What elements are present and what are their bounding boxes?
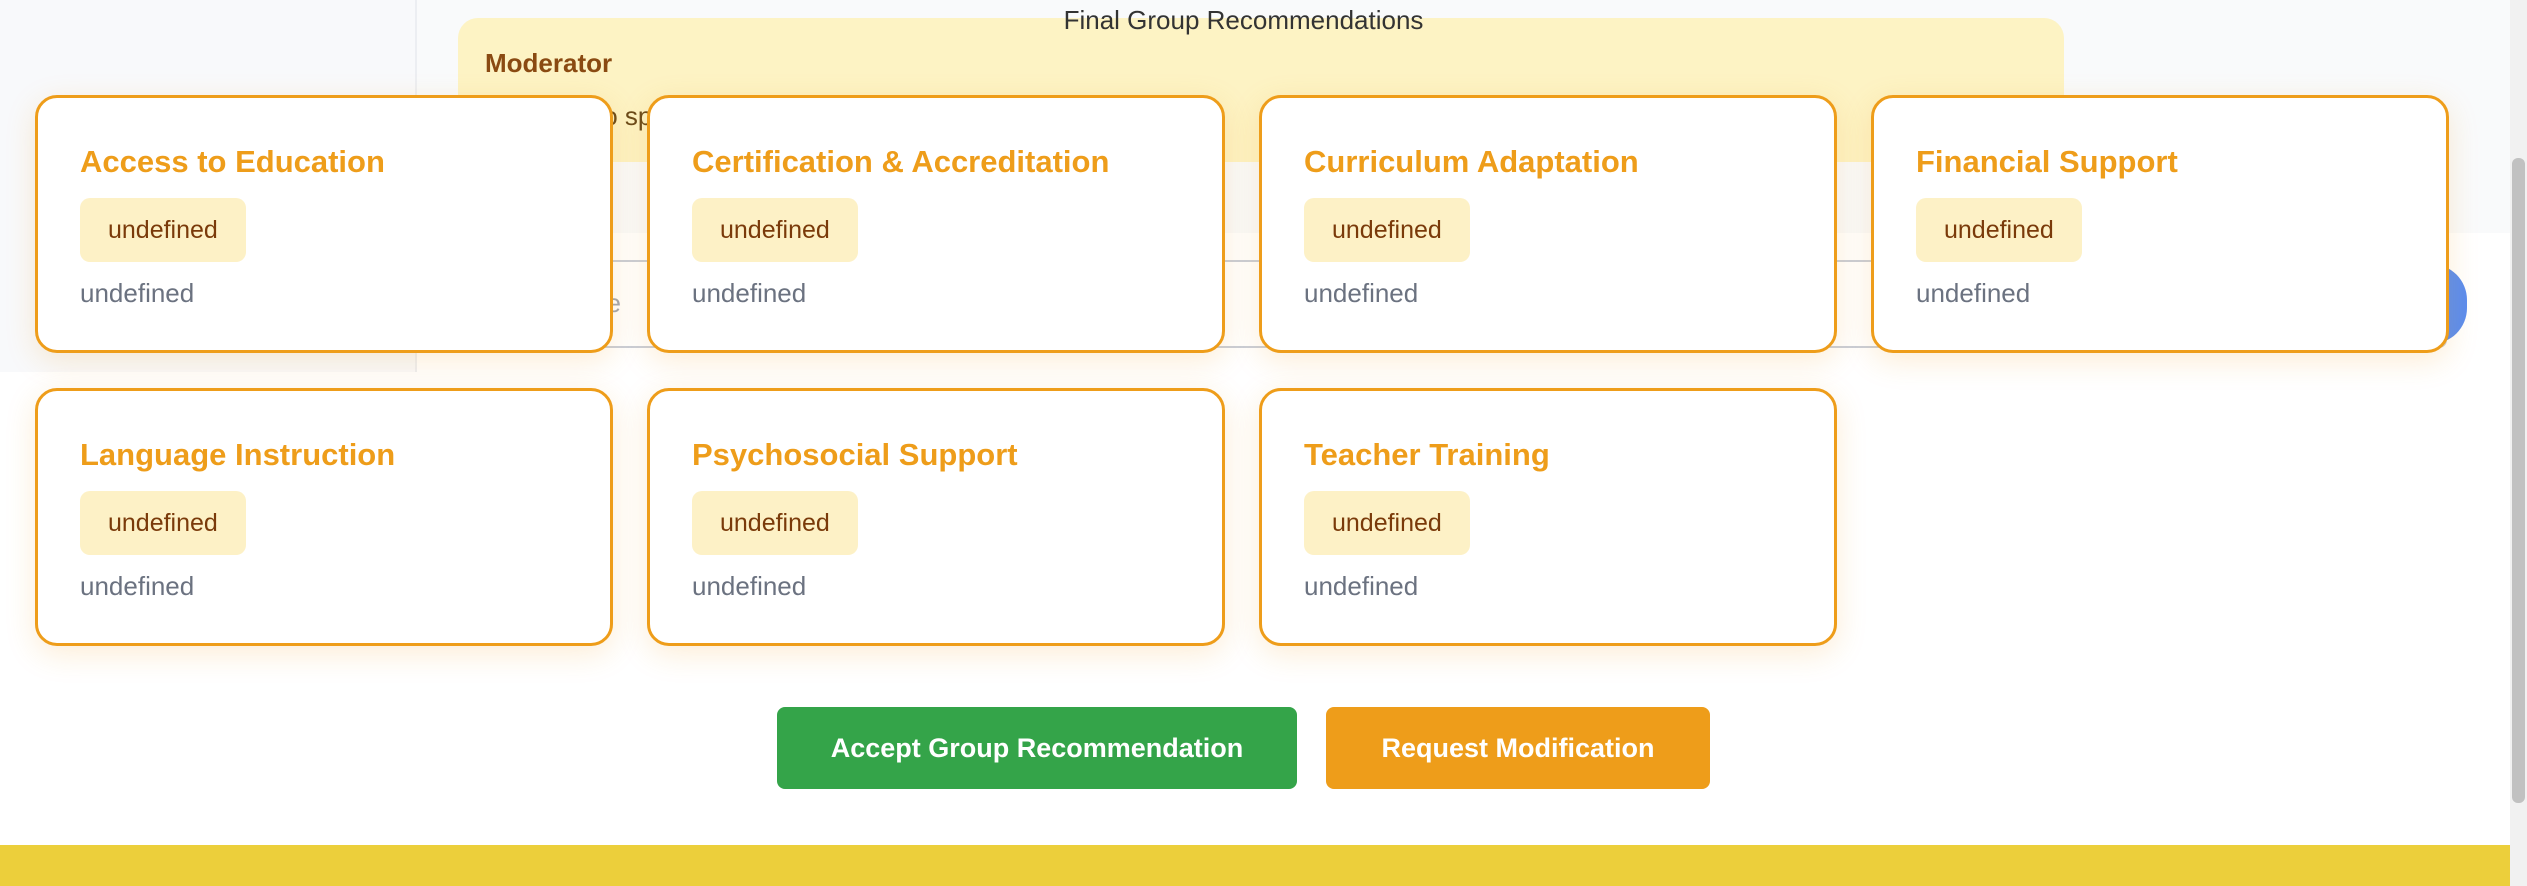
card-badge: undefined xyxy=(80,491,246,555)
request-modification-button[interactable]: Request Modification xyxy=(1326,707,1710,789)
card-description: undefined xyxy=(692,571,807,601)
card-description: undefined xyxy=(1304,278,1419,308)
card-badge: undefined xyxy=(1304,198,1470,262)
card-badge: undefined xyxy=(80,198,246,262)
recommendation-card-financial-support[interactable]: Financial Support undefined undefined xyxy=(1871,95,2449,353)
card-title: Financial Support xyxy=(1916,144,2178,179)
card-description: undefined xyxy=(1304,571,1419,601)
footer-bar xyxy=(0,845,2510,886)
recommendation-card-psychosocial-support[interactable]: Psychosocial Support undefined undefined xyxy=(647,388,1225,646)
recommendation-card-language-instruction[interactable]: Language Instruction undefined undefined xyxy=(35,388,613,646)
screen: Moderator fo sp pe Final Group Recommend… xyxy=(0,0,2527,886)
moderator-label: Moderator xyxy=(485,48,613,78)
card-title: Psychosocial Support xyxy=(692,437,1018,472)
recommendation-card-certification-accreditation[interactable]: Certification & Accreditation undefined … xyxy=(647,95,1225,353)
card-title: Curriculum Adaptation xyxy=(1304,144,1639,179)
card-badge: undefined xyxy=(1916,198,2082,262)
accept-group-recommendation-button[interactable]: Accept Group Recommendation xyxy=(777,707,1297,789)
card-title: Certification & Accreditation xyxy=(692,144,1110,179)
card-title: Teacher Training xyxy=(1304,437,1550,472)
card-title: Language Instruction xyxy=(80,437,396,472)
modal-title: Final Group Recommendations xyxy=(1063,5,1424,35)
card-description: undefined xyxy=(80,278,195,308)
recommendation-card-access-to-education[interactable]: Access to Education undefined undefined xyxy=(35,95,613,353)
card-badge: undefined xyxy=(1304,491,1470,555)
card-badge: undefined xyxy=(692,198,858,262)
card-description: undefined xyxy=(80,571,195,601)
recommendation-card-teacher-training[interactable]: Teacher Training undefined undefined xyxy=(1259,388,1837,646)
card-description: undefined xyxy=(1916,278,2031,308)
card-description: undefined xyxy=(692,278,807,308)
card-badge: undefined xyxy=(692,491,858,555)
card-title: Access to Education xyxy=(80,144,385,179)
recommendation-card-curriculum-adaptation[interactable]: Curriculum Adaptation undefined undefine… xyxy=(1259,95,1837,353)
scrollbar-thumb[interactable] xyxy=(2512,158,2525,803)
